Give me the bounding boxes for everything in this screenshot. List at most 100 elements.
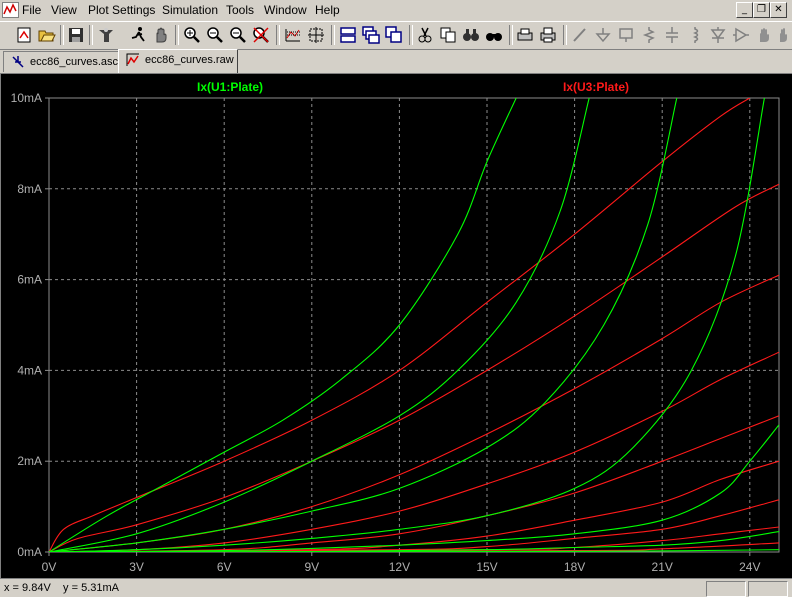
trace-u1-plate (49, 98, 678, 552)
cascade-icon (362, 26, 380, 44)
component-button[interactable] (731, 25, 751, 45)
x-tick-label: 15V (476, 560, 497, 574)
drag-button[interactable] (775, 25, 792, 45)
trace-u3-plate (49, 415, 779, 552)
save-icon (69, 28, 83, 42)
ltspice-app-icon[interactable] (2, 2, 19, 18)
copy-button[interactable] (438, 25, 458, 45)
x-tick-label: 3V (129, 560, 144, 574)
waveform-file-icon (126, 53, 139, 66)
print-icon (540, 27, 556, 43)
run-icon (131, 27, 145, 42)
plot-legend: Ix(U1:Plate) Ix(U3:Plate) (197, 80, 629, 94)
drag-icon (780, 28, 787, 42)
tile-vertical-icon (385, 26, 402, 43)
inductor-icon (692, 27, 699, 43)
zoom-fit-icon (230, 27, 246, 43)
capacitor-icon (666, 27, 678, 43)
x-tick-label: 12V (389, 560, 410, 574)
autorange-icon (285, 29, 300, 42)
halt-button[interactable] (151, 25, 171, 45)
move-button[interactable] (754, 25, 774, 45)
control-panel-button[interactable] (96, 25, 116, 45)
y-tick-label: 0mA (17, 545, 42, 559)
ground-button[interactable] (593, 25, 613, 45)
menu-window[interactable]: Window (264, 3, 307, 18)
zoom-fit-button[interactable] (228, 25, 248, 45)
menu-help[interactable]: Help (315, 3, 340, 18)
schematic-file-icon (12, 56, 24, 68)
menu-plot-settings[interactable]: Plot Settings (88, 3, 155, 18)
zoom-cancel-button[interactable] (251, 25, 271, 45)
y-tick-label: 6mA (17, 273, 42, 287)
trace-u1-plate (49, 98, 517, 552)
trace-u1-plate (49, 98, 590, 552)
diode-icon (710, 27, 726, 43)
close-button[interactable]: ✕ (770, 2, 787, 18)
diode-button[interactable] (708, 25, 728, 45)
copy-icon (440, 27, 456, 43)
restore-button[interactable]: ❐ (753, 2, 770, 18)
x-tick-label: 6V (217, 560, 232, 574)
save-button[interactable] (66, 25, 86, 45)
trace-u3-plate (49, 274, 779, 552)
tab-ecc86-curves-raw[interactable]: ecc86_curves.raw (118, 49, 238, 73)
zoom-in-icon (184, 27, 200, 43)
component-icon (733, 27, 749, 43)
tile-vertical-button[interactable] (384, 25, 404, 45)
run-button[interactable] (128, 25, 148, 45)
tab-label: ecc86_curves.asc (30, 56, 119, 68)
menu-simulation[interactable]: Simulation (162, 3, 218, 18)
inductor-button[interactable] (685, 25, 705, 45)
status-panel (748, 581, 788, 597)
legend-entry: Ix(U3:Plate) (563, 80, 629, 94)
waveform-plot[interactable]: 0V 3V 6V 9V 12V 15V 18V 21V 24V 0mA 2mA 4mA 6mA 8mA 10… (1, 74, 792, 578)
cut-icon (418, 27, 432, 43)
plot-frame (48, 97, 780, 553)
find-icon (463, 29, 479, 41)
zoom-cancel-icon (253, 27, 269, 43)
cascade-button[interactable] (361, 25, 381, 45)
waveform-plot-pane[interactable]: 0V 3V 6V 9V 12V 15V 18V 21V 24V 0mA 2mA 4mA 6mA 8mA 10… (0, 73, 792, 579)
minimize-button[interactable]: _ (736, 2, 753, 18)
binoculars-button[interactable] (484, 25, 504, 45)
label-button[interactable] (616, 25, 636, 45)
wire-button[interactable] (570, 25, 590, 45)
control-panel-icon (99, 28, 113, 42)
y-tick-label: 2mA (17, 454, 42, 468)
legend-entry: Ix(U1:Plate) (197, 80, 263, 94)
status-panel (706, 581, 746, 597)
binoculars-icon (486, 33, 502, 41)
x-tick-label: 0V (42, 560, 57, 574)
tab-label: ecc86_curves.raw (145, 54, 234, 66)
print-button[interactable] (538, 25, 558, 45)
tab-ecc86-curves-asc[interactable]: ecc86_curves.asc (3, 51, 119, 72)
resistor-button[interactable] (639, 25, 659, 45)
cut-button[interactable] (415, 25, 435, 45)
print-preview-button[interactable] (515, 25, 535, 45)
print-preview-icon (517, 28, 533, 41)
menu-file[interactable]: File (22, 3, 41, 18)
find-button[interactable] (461, 25, 481, 45)
ground-icon (595, 28, 611, 43)
cursor-x-label: x = (4, 582, 19, 594)
autorange-button[interactable] (283, 25, 303, 45)
zoom-out-button[interactable] (205, 25, 225, 45)
open-button[interactable] (37, 25, 57, 45)
toolbar (0, 21, 792, 50)
cursor-readout: x = 9.84V y = 5.31mA (4, 582, 119, 594)
x-tick-label: 21V (652, 560, 673, 574)
zoom-in-button[interactable] (182, 25, 202, 45)
capacitor-button[interactable] (662, 25, 682, 45)
trace-u3-plate (49, 351, 779, 552)
tile-horizontal-icon (340, 27, 356, 43)
trace-u3-plate (49, 183, 779, 552)
tile-horizontal-button[interactable] (338, 25, 358, 45)
mark-button[interactable] (306, 25, 326, 45)
new-schematic-button[interactable] (14, 25, 34, 45)
halt-icon (156, 27, 167, 43)
menu-tools[interactable]: Tools (226, 3, 254, 18)
mark-icon (308, 27, 324, 43)
x-tick-label: 24V (739, 560, 760, 574)
menu-view[interactable]: View (51, 3, 77, 18)
